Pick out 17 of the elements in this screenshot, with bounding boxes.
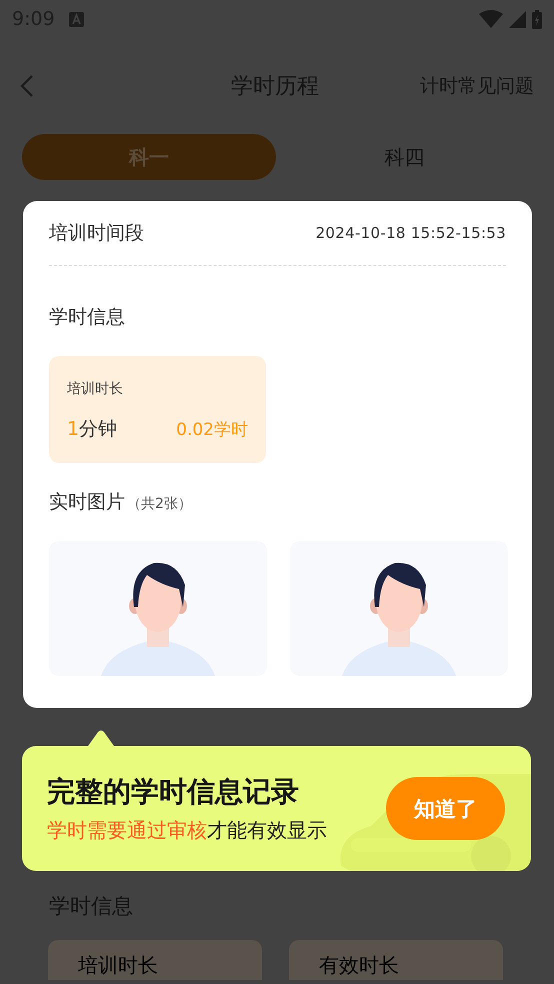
period-value: 2024-10-18 15:52-15:53: [316, 224, 506, 242]
duration-label: 培训时长: [67, 380, 124, 398]
battery-icon: [532, 10, 542, 28]
stat-label: 有效时长: [319, 953, 399, 977]
period-label: 培训时间段: [49, 221, 144, 246]
photos-title: 实时图片: [49, 490, 125, 515]
study-hours: 0.02学时: [176, 419, 248, 441]
tooltip-title: 完整的学时信息记录: [47, 774, 300, 810]
section-title: 学时信息: [49, 305, 126, 330]
notification-icon: [68, 12, 84, 26]
photos-count: （共2张）: [127, 495, 192, 513]
stat-label: 培训时长: [78, 953, 158, 977]
got-it-button[interactable]: 知道了: [386, 777, 505, 840]
tooltip-text: 学时需要通过审核才能有效显示: [47, 817, 327, 844]
signal-icon: [509, 10, 526, 28]
wifi-icon: [479, 10, 503, 28]
duration-value: 1分钟: [67, 417, 118, 442]
